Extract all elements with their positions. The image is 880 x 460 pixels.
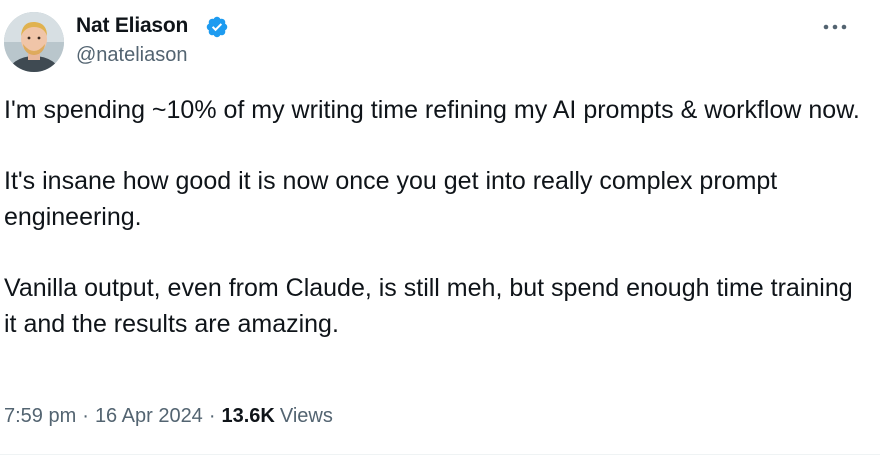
tweet-text: I'm spending ~10% of my writing time ref… (4, 92, 864, 342)
more-options-icon (823, 24, 847, 30)
divider (0, 454, 880, 455)
meta-separator: · (208, 405, 216, 427)
tweet-time: 7:59 pm (4, 405, 77, 427)
views-link[interactable]: 13.6K Views (221, 405, 332, 428)
avatar[interactable] (4, 12, 64, 72)
views-count: 13.6K (221, 405, 275, 427)
author-handle[interactable]: @nateliason (76, 44, 187, 67)
tweet-paragraph: I'm spending ~10% of my writing time ref… (4, 96, 860, 124)
tweet-meta: 7:59 pm · 16 Apr 2024 · 13.6K Views (4, 405, 333, 428)
meta-separator: · (82, 405, 89, 427)
timestamp-link[interactable]: 7:59 pm · 16 Apr 2024 (4, 405, 203, 428)
more-options-button[interactable] (820, 12, 850, 42)
tweet-paragraph: Vanilla output, even from Claude, is sti… (4, 274, 853, 338)
avatar-image (4, 12, 64, 72)
views-label: Views (279, 405, 333, 427)
tweet-date: 16 Apr 2024 (94, 405, 203, 427)
verified-badge-icon (206, 16, 228, 38)
tweet-card: Nat Eliason @nateliason I'm spending ~10… (0, 0, 880, 460)
author-name[interactable]: Nat Eliason (76, 14, 188, 38)
tweet-paragraph: It's insane how good it is now once you … (4, 167, 778, 231)
